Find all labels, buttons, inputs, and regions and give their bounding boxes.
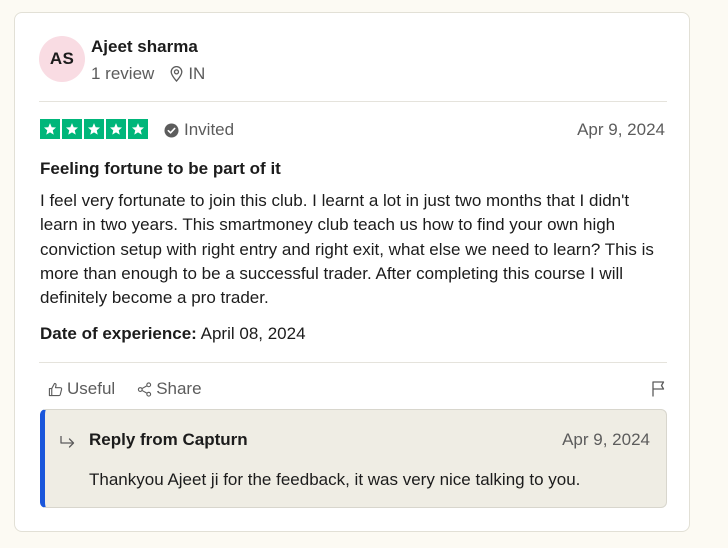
check-circle-icon (164, 122, 179, 138)
location-pin-icon (170, 66, 183, 82)
useful-button[interactable]: Useful (48, 379, 115, 399)
review-card: AS Ajeet sharma 1 review IN Invited Apr … (14, 12, 690, 532)
avatar[interactable]: AS (39, 36, 85, 82)
star-rating (40, 119, 148, 139)
invited-label: Invited (184, 120, 235, 139)
review-title: Feeling fortune to be part of it (40, 159, 281, 178)
actions-divider (39, 362, 667, 363)
reviewer-meta: 1 review IN (91, 64, 205, 84)
flag-button[interactable] (651, 380, 665, 402)
star-icon (84, 119, 104, 139)
experience-date: April 08, 2024 (200, 324, 306, 343)
reply-date: Apr 9, 2024 (562, 430, 650, 449)
reviewer-location: IN (170, 64, 205, 84)
share-label: Share (156, 379, 202, 398)
header-divider (39, 101, 667, 102)
reviewer-name[interactable]: Ajeet sharma (91, 37, 198, 57)
review-date: Apr 9, 2024 (577, 120, 665, 139)
location-label: IN (188, 64, 206, 83)
company-reply: Reply from Capturn Apr 9, 2024 Thankyou … (40, 409, 667, 508)
experience-label: Date of experience: (40, 324, 197, 343)
share-icon (138, 381, 152, 397)
star-icon (40, 119, 60, 139)
reply-title: Reply from Capturn (89, 430, 248, 449)
star-icon (106, 119, 126, 139)
reply-body: Thankyou Ajeet ji for the feedback, it w… (89, 470, 581, 489)
thumbs-up-icon (48, 382, 63, 396)
review-body: I feel very fortunate to join this club.… (40, 191, 654, 308)
share-button[interactable]: Share (137, 379, 202, 399)
date-of-experience: Date of experience: April 08, 2024 (40, 324, 306, 344)
reply-arrow-icon (60, 436, 75, 448)
flag-icon (652, 381, 665, 397)
review-count: 1 review (91, 64, 155, 83)
star-icon (62, 119, 82, 139)
invited-badge[interactable]: Invited (164, 120, 234, 140)
star-icon (128, 119, 148, 139)
review-actions: Useful Share (48, 379, 224, 399)
useful-label: Useful (67, 379, 116, 398)
